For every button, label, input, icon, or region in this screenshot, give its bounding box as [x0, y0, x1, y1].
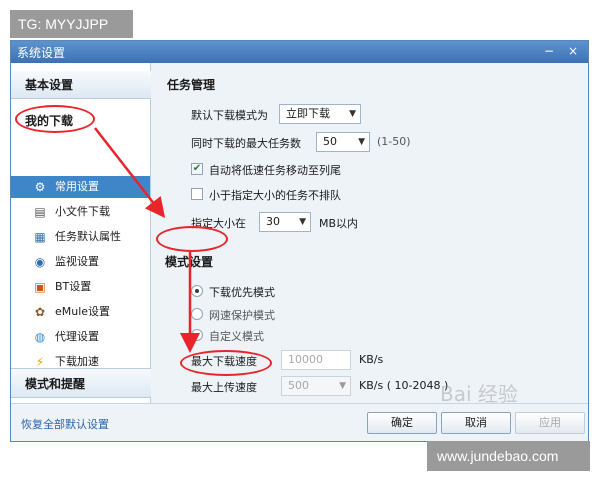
monitor-icon: ◉	[34, 255, 46, 269]
sidebar-item-label: 小文件下载	[55, 205, 110, 218]
max-tasks-value: 50	[323, 135, 337, 148]
sidebar-item-emule[interactable]: ✿ eMule设置	[11, 301, 150, 323]
size-select[interactable]: 30 ▼	[259, 212, 311, 232]
auto-move-checkbox[interactable]: ✔	[191, 163, 203, 175]
radio-network-protect[interactable]	[191, 308, 203, 320]
apply-button[interactable]: 应用	[515, 412, 585, 434]
max-tasks-select[interactable]: 50 ▼	[316, 132, 370, 152]
sidebar-item-label: BT设置	[55, 280, 92, 293]
task-section-title: 任务管理	[167, 78, 216, 92]
sidebar-item-proxy[interactable]: ◍ 代理设置	[11, 326, 150, 348]
bt-icon: ▣	[34, 280, 46, 294]
sidebar-item-label: 常用设置	[55, 180, 99, 193]
annotation-ellipse-my-downloads	[15, 105, 95, 133]
cancel-button[interactable]: 取消	[441, 412, 511, 434]
sidebar-item-label: 下载加速	[55, 355, 99, 368]
sidebar-category-basic[interactable]: 基本设置	[11, 71, 151, 99]
minimize-icon[interactable]: −	[540, 43, 558, 59]
sidebar-item-common-settings[interactable]: ⚙ 常用设置	[11, 176, 150, 198]
default-mode-value: 立即下载	[286, 107, 330, 120]
sidebar-item-bt[interactable]: ▣ BT设置	[11, 276, 150, 298]
footer-bar: 恢复全部默认设置 确定 取消 应用	[11, 403, 588, 441]
size-unit: MB以内	[319, 217, 359, 230]
mode-section-title: 模式设置	[165, 255, 214, 269]
chevron-down-icon: ▼	[299, 217, 306, 227]
size-value: 30	[266, 215, 280, 228]
sidebar-item-label: 任务默认属性	[55, 230, 121, 243]
chevron-down-icon: ▼	[349, 109, 356, 119]
max-download-input[interactable]: 10000	[281, 350, 351, 370]
emule-icon: ✿	[34, 305, 46, 319]
skip-small-checkbox[interactable]	[191, 188, 203, 200]
max-upload-label: 最大上传速度	[191, 381, 257, 394]
sidebar-item-task-defaults[interactable]: ▦ 任务默认属性	[11, 226, 150, 248]
window-title: 系统设置	[17, 46, 66, 60]
title-bar: 系统设置 − ×	[11, 41, 588, 63]
radio-custom[interactable]	[191, 329, 203, 341]
radio-label: 下载优先模式	[209, 286, 275, 299]
auto-move-label: 自动将低速任务移动至列尾	[209, 164, 341, 177]
default-mode-label: 默认下载模式为	[191, 109, 268, 122]
close-icon[interactable]: ×	[564, 43, 582, 59]
gear-icon: ⚙	[34, 180, 46, 194]
sidebar-item-small-files[interactable]: ▤ 小文件下载	[11, 201, 150, 223]
radio-label: 自定义模式	[209, 330, 264, 343]
tg-badge: TG: MYYJJPP	[10, 10, 133, 38]
file-icon: ▤	[34, 205, 46, 219]
max-tasks-hint: (1-50)	[377, 135, 411, 148]
restore-defaults-link[interactable]: 恢复全部默认设置	[21, 416, 109, 432]
sidebar-item-label: 代理设置	[55, 330, 99, 343]
ok-button[interactable]: 确定	[367, 412, 437, 434]
sidebar-category-mode[interactable]: 模式和提醒	[11, 368, 151, 398]
sidebar-item-label: eMule设置	[55, 305, 111, 318]
radio-download-priority[interactable]	[191, 285, 203, 297]
max-upload-unit: KB/s ( 10-2048 )	[359, 379, 449, 392]
max-upload-value: 500	[288, 379, 309, 392]
site-badge: www.jundebao.com	[427, 441, 590, 471]
baidu-watermark: Bai 经验	[440, 382, 518, 406]
lightning-icon: ⚡	[35, 355, 45, 369]
default-mode-select[interactable]: 立即下载 ▼	[279, 104, 361, 124]
sidebar-item-label: 监视设置	[55, 255, 99, 268]
task-icon: ▦	[34, 230, 46, 244]
max-download-unit: KB/s	[359, 353, 384, 366]
sidebar-item-monitor[interactable]: ◉ 监视设置	[11, 251, 150, 273]
chevron-down-icon: ▼	[358, 137, 365, 147]
annotation-ellipse-mode-settings	[156, 226, 228, 252]
annotation-ellipse-max-upload	[180, 350, 272, 376]
chevron-down-icon: ▼	[339, 381, 346, 391]
skip-small-label: 小于指定大小的任务不排队	[209, 189, 341, 202]
proxy-icon: ◍	[34, 330, 46, 344]
max-tasks-label: 同时下载的最大任务数	[191, 137, 301, 150]
radio-label: 网速保护模式	[209, 309, 275, 322]
max-upload-select[interactable]: 500 ▼	[281, 376, 351, 396]
